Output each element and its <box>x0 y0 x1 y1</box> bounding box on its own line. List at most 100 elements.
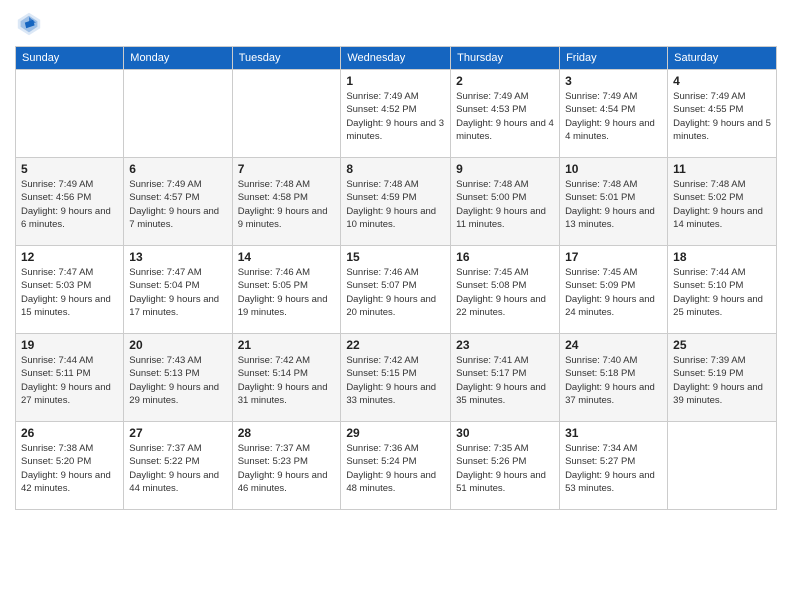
day-info: Sunrise: 7:39 AMSunset: 5:19 PMDaylight:… <box>673 354 771 407</box>
day-number: 4 <box>673 74 771 88</box>
header <box>15 10 777 38</box>
day-number: 6 <box>129 162 226 176</box>
day-info: Sunrise: 7:38 AMSunset: 5:20 PMDaylight:… <box>21 442 118 495</box>
day-cell: 13 Sunrise: 7:47 AMSunset: 5:04 PMDayligh… <box>124 246 232 334</box>
day-number: 10 <box>565 162 662 176</box>
day-info: Sunrise: 7:43 AMSunset: 5:13 PMDaylight:… <box>129 354 226 407</box>
day-number: 16 <box>456 250 554 264</box>
day-number: 9 <box>456 162 554 176</box>
day-cell: 15 Sunrise: 7:46 AMSunset: 5:07 PMDayligh… <box>341 246 451 334</box>
day-number: 7 <box>238 162 336 176</box>
weekday-header-row: SundayMondayTuesdayWednesdayThursdayFrid… <box>16 47 777 70</box>
day-cell <box>668 422 777 510</box>
day-number: 12 <box>21 250 118 264</box>
day-cell: 8 Sunrise: 7:48 AMSunset: 4:59 PMDaylight… <box>341 158 451 246</box>
day-info: Sunrise: 7:49 AMSunset: 4:52 PMDaylight:… <box>346 90 445 143</box>
day-info: Sunrise: 7:45 AMSunset: 5:08 PMDaylight:… <box>456 266 554 319</box>
day-info: Sunrise: 7:47 AMSunset: 5:04 PMDaylight:… <box>129 266 226 319</box>
weekday-header-monday: Monday <box>124 47 232 70</box>
day-info: Sunrise: 7:49 AMSunset: 4:56 PMDaylight:… <box>21 178 118 231</box>
day-info: Sunrise: 7:41 AMSunset: 5:17 PMDaylight:… <box>456 354 554 407</box>
day-number: 1 <box>346 74 445 88</box>
weekday-header-sunday: Sunday <box>16 47 124 70</box>
day-info: Sunrise: 7:46 AMSunset: 5:05 PMDaylight:… <box>238 266 336 319</box>
week-row-5: 26 Sunrise: 7:38 AMSunset: 5:20 PMDayligh… <box>16 422 777 510</box>
day-info: Sunrise: 7:44 AMSunset: 5:11 PMDaylight:… <box>21 354 118 407</box>
day-cell: 23 Sunrise: 7:41 AMSunset: 5:17 PMDayligh… <box>451 334 560 422</box>
week-row-2: 5 Sunrise: 7:49 AMSunset: 4:56 PMDaylight… <box>16 158 777 246</box>
day-number: 18 <box>673 250 771 264</box>
day-info: Sunrise: 7:48 AMSunset: 4:59 PMDaylight:… <box>346 178 445 231</box>
day-number: 20 <box>129 338 226 352</box>
day-info: Sunrise: 7:46 AMSunset: 5:07 PMDaylight:… <box>346 266 445 319</box>
day-cell: 11 Sunrise: 7:48 AMSunset: 5:02 PMDayligh… <box>668 158 777 246</box>
day-cell: 29Sunrise: 7:36 AMSunset: 5:24 PMDayligh… <box>341 422 451 510</box>
day-cell: 16 Sunrise: 7:45 AMSunset: 5:08 PMDayligh… <box>451 246 560 334</box>
day-cell: 26 Sunrise: 7:38 AMSunset: 5:20 PMDayligh… <box>16 422 124 510</box>
day-info: Sunrise: 7:49 AMSunset: 4:53 PMDaylight:… <box>456 90 554 143</box>
day-cell: 18 Sunrise: 7:44 AMSunset: 5:10 PMDayligh… <box>668 246 777 334</box>
weekday-header-friday: Friday <box>560 47 668 70</box>
weekday-header-wednesday: Wednesday <box>341 47 451 70</box>
day-cell: 1 Sunrise: 7:49 AMSunset: 4:52 PMDaylight… <box>341 70 451 158</box>
day-cell: 17Sunrise: 7:45 AMSunset: 5:09 PMDayligh… <box>560 246 668 334</box>
day-number: 15 <box>346 250 445 264</box>
day-cell: 31 Sunrise: 7:34 AMSunset: 5:27 PMDayligh… <box>560 422 668 510</box>
day-number: 30 <box>456 426 554 440</box>
day-number: 11 <box>673 162 771 176</box>
day-info: Sunrise: 7:34 AMSunset: 5:27 PMDaylight:… <box>565 442 662 495</box>
day-number: 28 <box>238 426 336 440</box>
day-cell: 9 Sunrise: 7:48 AMSunset: 5:00 PMDaylight… <box>451 158 560 246</box>
day-number: 5 <box>21 162 118 176</box>
day-number: 13 <box>129 250 226 264</box>
day-info: Sunrise: 7:49 AMSunset: 4:54 PMDaylight:… <box>565 90 662 143</box>
day-info: Sunrise: 7:35 AMSunset: 5:26 PMDaylight:… <box>456 442 554 495</box>
page: SundayMondayTuesdayWednesdayThursdayFrid… <box>0 0 792 612</box>
day-info: Sunrise: 7:49 AMSunset: 4:55 PMDaylight:… <box>673 90 771 143</box>
week-row-1: 1 Sunrise: 7:49 AMSunset: 4:52 PMDaylight… <box>16 70 777 158</box>
day-info: Sunrise: 7:48 AMSunset: 5:02 PMDaylight:… <box>673 178 771 231</box>
day-info: Sunrise: 7:47 AMSunset: 5:03 PMDaylight:… <box>21 266 118 319</box>
day-info: Sunrise: 7:48 AMSunset: 5:01 PMDaylight:… <box>565 178 662 231</box>
day-info: Sunrise: 7:48 AMSunset: 4:58 PMDaylight:… <box>238 178 336 231</box>
day-info: Sunrise: 7:37 AMSunset: 5:22 PMDaylight:… <box>129 442 226 495</box>
day-cell: 24Sunrise: 7:40 AMSunset: 5:18 PMDayligh… <box>560 334 668 422</box>
day-info: Sunrise: 7:42 AMSunset: 5:14 PMDaylight:… <box>238 354 336 407</box>
week-row-3: 12 Sunrise: 7:47 AMSunset: 5:03 PMDayligh… <box>16 246 777 334</box>
day-cell <box>16 70 124 158</box>
day-cell: 20 Sunrise: 7:43 AMSunset: 5:13 PMDayligh… <box>124 334 232 422</box>
day-number: 2 <box>456 74 554 88</box>
day-info: Sunrise: 7:49 AMSunset: 4:57 PMDaylight:… <box>129 178 226 231</box>
day-number: 14 <box>238 250 336 264</box>
day-cell: 28 Sunrise: 7:37 AMSunset: 5:23 PMDayligh… <box>232 422 341 510</box>
day-cell: 10 Sunrise: 7:48 AMSunset: 5:01 PMDayligh… <box>560 158 668 246</box>
day-number: 23 <box>456 338 554 352</box>
logo-icon <box>15 10 43 38</box>
day-info: Sunrise: 7:42 AMSunset: 5:15 PMDaylight:… <box>346 354 445 407</box>
day-cell: 14 Sunrise: 7:46 AMSunset: 5:05 PMDayligh… <box>232 246 341 334</box>
day-cell: 5 Sunrise: 7:49 AMSunset: 4:56 PMDaylight… <box>16 158 124 246</box>
weekday-header-saturday: Saturday <box>668 47 777 70</box>
day-cell <box>232 70 341 158</box>
day-info: Sunrise: 7:44 AMSunset: 5:10 PMDaylight:… <box>673 266 771 319</box>
weekday-header-thursday: Thursday <box>451 47 560 70</box>
weekday-header-tuesday: Tuesday <box>232 47 341 70</box>
day-number: 26 <box>21 426 118 440</box>
day-cell: 25 Sunrise: 7:39 AMSunset: 5:19 PMDayligh… <box>668 334 777 422</box>
day-cell: 7 Sunrise: 7:48 AMSunset: 4:58 PMDaylight… <box>232 158 341 246</box>
day-cell <box>124 70 232 158</box>
day-info: Sunrise: 7:48 AMSunset: 5:00 PMDaylight:… <box>456 178 554 231</box>
day-cell: 12 Sunrise: 7:47 AMSunset: 5:03 PMDayligh… <box>16 246 124 334</box>
day-number: 19 <box>21 338 118 352</box>
day-info: Sunrise: 7:40 AMSunset: 5:18 PMDaylight:… <box>565 354 662 407</box>
day-number: 31 <box>565 426 662 440</box>
day-number: 8 <box>346 162 445 176</box>
day-number: 25 <box>673 338 771 352</box>
day-number: 3 <box>565 74 662 88</box>
day-cell: 21Sunrise: 7:42 AMSunset: 5:14 PMDayligh… <box>232 334 341 422</box>
day-number: 22 <box>346 338 445 352</box>
day-cell: 3 Sunrise: 7:49 AMSunset: 4:54 PMDaylight… <box>560 70 668 158</box>
calendar: SundayMondayTuesdayWednesdayThursdayFrid… <box>15 46 777 510</box>
day-info: Sunrise: 7:36 AMSunset: 5:24 PMDaylight:… <box>346 442 445 495</box>
day-info: Sunrise: 7:37 AMSunset: 5:23 PMDaylight:… <box>238 442 336 495</box>
